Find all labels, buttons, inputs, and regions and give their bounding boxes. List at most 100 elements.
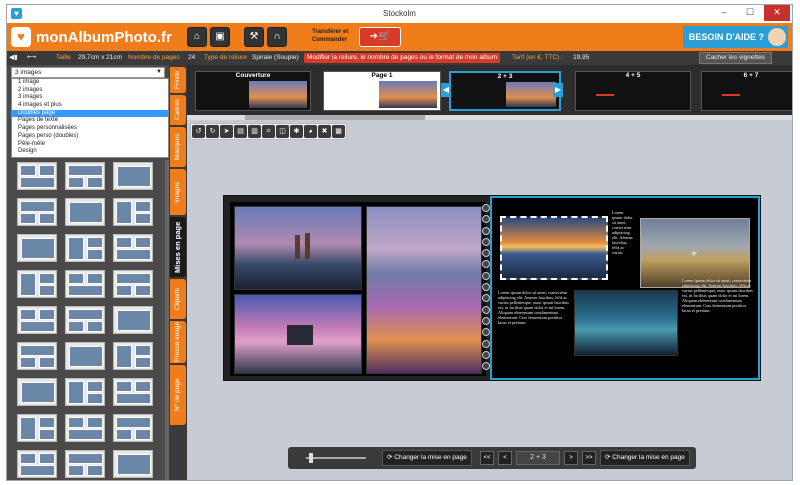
layout-thumbnail[interactable]: [113, 450, 153, 478]
spiral-ring: [482, 215, 490, 224]
magnet-icon[interactable]: ∩: [267, 27, 287, 47]
tab-cadres[interactable]: Cadres: [170, 95, 186, 125]
text-block-left[interactable]: Lorem ipsum dolor sit amet, consectetur …: [498, 290, 570, 325]
tab-presse-image[interactable]: Presse-image: [170, 321, 186, 363]
photo-sunset-selected[interactable]: [500, 216, 608, 280]
app-window: ♥ Stockolm – ☐ ✕ ♥ monAlbumPhoto.fr ⌂ ▣ …: [6, 4, 793, 481]
tab-n-de-page[interactable]: N° de page: [170, 365, 186, 425]
layout-thumbnail[interactable]: [113, 162, 153, 190]
layout-thumbnail[interactable]: [17, 342, 57, 370]
layout-thumbnail[interactable]: [113, 198, 153, 226]
photo-harbour-city[interactable]: [366, 206, 482, 374]
order-cart-button[interactable]: ➜🛒: [359, 27, 401, 47]
page-thumb[interactable]: 2 + 3: [449, 71, 561, 111]
properties-icon[interactable]: ▦: [332, 125, 345, 138]
layout-option[interactable]: 2 images: [12, 87, 168, 95]
layout-option[interactable]: Doubles page: [12, 109, 168, 118]
help-button[interactable]: BESOIN D'AIDE ?: [682, 26, 788, 48]
layout-option[interactable]: Pages perso (doubles): [12, 133, 168, 141]
hammer-icon[interactable]: ⚒: [244, 27, 264, 47]
layout-thumbnail[interactable]: [17, 378, 57, 406]
layout-thumbnail[interactable]: [65, 198, 105, 226]
page-thumb[interactable]: 4 + 5: [575, 71, 691, 111]
zoom-slider-knob[interactable]: [309, 453, 313, 463]
tab-fonds[interactable]: Fonds: [170, 67, 186, 93]
strip-next-arrow[interactable]: ▶: [553, 83, 563, 97]
layout-thumbnail[interactable]: [65, 270, 105, 298]
layout-thumbnail[interactable]: [17, 198, 57, 226]
layout-thumbnail[interactable]: [65, 162, 105, 190]
color-icon[interactable]: ◕: [304, 125, 317, 138]
undo-icon[interactable]: ◀▮: [9, 51, 18, 65]
next-page-button[interactable]: >: [564, 451, 578, 465]
layout-thumbnail[interactable]: [17, 162, 57, 190]
photo-lifeguard-hut[interactable]: [234, 294, 362, 374]
strip-prev-arrow[interactable]: ◀: [441, 83, 451, 97]
resize-icon[interactable]: ⟷: [27, 51, 36, 65]
maximize-button[interactable]: ☐: [738, 5, 762, 21]
text-block-right[interactable]: Lorem ipsum dolor sit amet, consectetur …: [682, 278, 754, 313]
thumbnail-photo-slot: [39, 417, 55, 428]
layout-thumbnail[interactable]: [65, 414, 105, 442]
last-page-button[interactable]: >>: [582, 451, 596, 465]
text-block-small[interactable]: Lorem ipsum dolor sit amet, consectetur …: [612, 210, 634, 255]
crop-icon[interactable]: ⌗: [262, 125, 275, 138]
thumbnail-photo-slot: [20, 453, 36, 464]
layout-thumbnail[interactable]: [65, 450, 105, 478]
tab-mises-en-page[interactable]: Mises en page: [170, 217, 186, 277]
close-button[interactable]: ✕: [764, 5, 790, 21]
layout-thumbnail[interactable]: [17, 306, 57, 334]
send-back-icon[interactable]: ▥: [248, 125, 261, 138]
bring-front-icon[interactable]: ▤: [234, 125, 247, 138]
layout-thumbnail[interactable]: [113, 234, 153, 262]
layout-thumbnail[interactable]: [65, 234, 105, 262]
layout-thumbnail[interactable]: [17, 414, 57, 442]
zoom-slider[interactable]: [306, 453, 366, 463]
change-layout-button-right[interactable]: ⟳ Changer la mise en page: [600, 450, 690, 466]
save-icon[interactable]: ▣: [210, 27, 230, 47]
layout-option[interactable]: 1 image: [12, 79, 168, 87]
page-thumb[interactable]: Couverture: [195, 71, 311, 111]
cursor-icon[interactable]: ➤: [220, 125, 233, 138]
layout-thumbnail[interactable]: [17, 234, 57, 262]
layout-thumbnail[interactable]: [65, 342, 105, 370]
layout-option[interactable]: 4 images et plus: [12, 102, 168, 110]
change-layout-button-left[interactable]: ⟳ Changer la mise en page: [382, 450, 472, 466]
prev-page-button[interactable]: <: [498, 451, 512, 465]
home-icon[interactable]: ⌂: [187, 27, 207, 47]
photo-waves[interactable]: [574, 290, 678, 356]
fit-icon[interactable]: ◫: [276, 125, 289, 138]
rotate-left-icon[interactable]: ↺: [192, 125, 205, 138]
layout-thumbnail[interactable]: [65, 378, 105, 406]
layout-thumbnail[interactable]: [113, 378, 153, 406]
tab-images[interactable]: Images: [170, 169, 186, 215]
layout-thumbnail[interactable]: [113, 270, 153, 298]
layout-option[interactable]: Pages de texte: [12, 117, 168, 125]
layout-thumbnail[interactable]: [65, 306, 105, 334]
layout-thumbnail[interactable]: [113, 414, 153, 442]
layout-thumbnail[interactable]: [113, 342, 153, 370]
layout-thumbnail[interactable]: [17, 270, 57, 298]
hide-thumbnails-button[interactable]: Cacher les vignettes: [699, 52, 772, 64]
window-title: Stockolm: [383, 9, 416, 18]
tab-cliparts[interactable]: Cliparts: [170, 279, 186, 319]
delete-icon[interactable]: ✖: [318, 125, 331, 138]
modify-album-link[interactable]: Modifier la reliure, le nombre de pages …: [304, 53, 501, 63]
first-page-button[interactable]: <<: [480, 451, 494, 465]
layout-thumbnail[interactable]: [113, 306, 153, 334]
layout-thumbnail[interactable]: [17, 450, 57, 478]
photo-pier-posts[interactable]: [234, 206, 362, 290]
strip-scrollbar-knob[interactable]: [245, 115, 425, 120]
page-thumb[interactable]: 6 + 7: [701, 71, 792, 111]
minimize-button[interactable]: –: [712, 5, 736, 21]
rotate-right-icon[interactable]: ↻: [206, 125, 219, 138]
layout-option[interactable]: Pages personnalisées: [12, 125, 168, 133]
layout-option[interactable]: Design: [12, 148, 168, 156]
layout-select[interactable]: 3 images ▼: [11, 67, 165, 78]
page-thumb[interactable]: Page 1: [323, 71, 441, 111]
layout-option[interactable]: Pêle-mêle: [12, 141, 168, 149]
tab-masques[interactable]: Masques: [170, 127, 186, 167]
layout-option[interactable]: 3 images: [12, 94, 168, 102]
effect-icon[interactable]: ✱: [290, 125, 303, 138]
strip-scrollbar[interactable]: [187, 115, 792, 120]
